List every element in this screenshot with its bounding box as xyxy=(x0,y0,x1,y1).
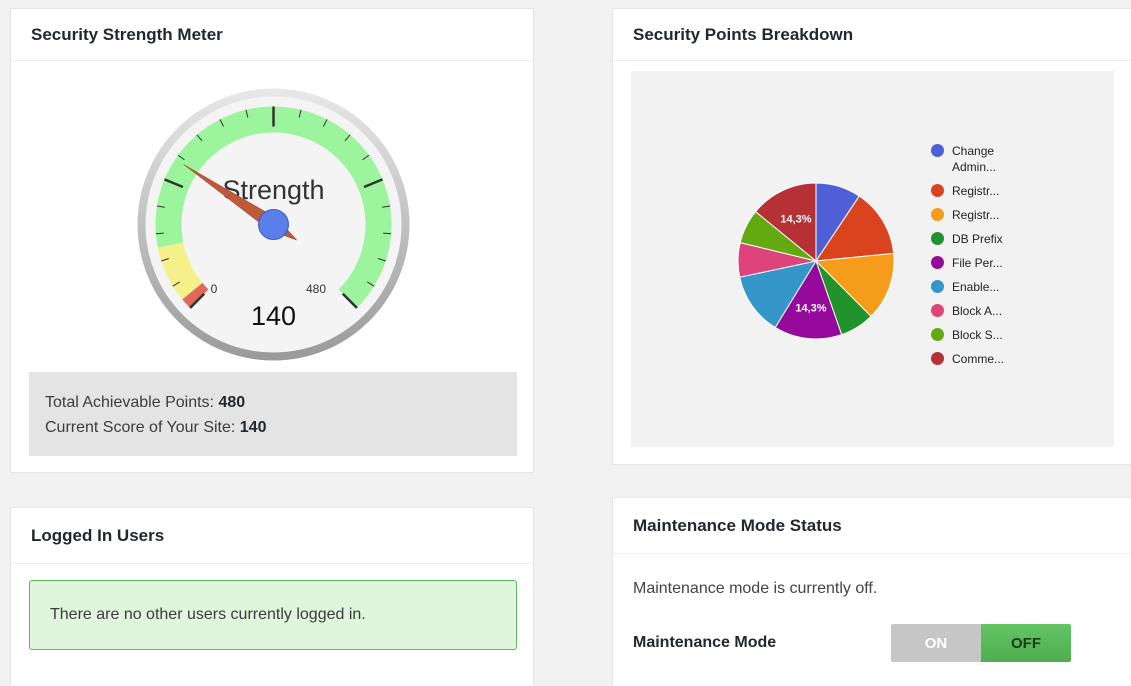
legend-swatch xyxy=(931,256,944,269)
pie-chart-area: 14,3% 14,3% Change Admin... Registr... Regi… xyxy=(631,71,1114,447)
gauge-minor-tick xyxy=(155,232,164,235)
panel-title: Logged In Users xyxy=(31,525,165,545)
panel-title: Security Strength Meter xyxy=(31,24,223,44)
legend-label: Block S... xyxy=(952,328,1003,342)
legend-item[interactable]: Registr... xyxy=(931,183,1012,199)
legend-item[interactable]: File Per... xyxy=(931,255,1012,271)
legend-label: DB Prefix xyxy=(952,232,1003,246)
security-strength-meter-panel: Security Strength Meter Strength 0 480 140 … xyxy=(10,8,534,473)
no-users-alert: There are no other users currently logge… xyxy=(29,580,517,650)
legend-item[interactable]: DB Prefix xyxy=(931,231,1012,247)
legend-swatch xyxy=(931,304,944,317)
legend-item[interactable]: Change Admin... xyxy=(931,143,1012,175)
gauge-value: 140 xyxy=(251,301,296,331)
panel-header: Maintenance Mode Status xyxy=(613,498,1131,554)
panel-title: Security Points Breakdown xyxy=(633,24,854,44)
legend-swatch xyxy=(931,208,944,221)
total-points-value: 480 xyxy=(218,394,246,411)
current-score-label: Current Score of Your Site: xyxy=(45,419,240,436)
legend-swatch xyxy=(931,232,944,245)
panel-title: Maintenance Mode Status xyxy=(633,515,842,535)
pie-data-label: 14,3% xyxy=(780,214,811,226)
gauge-minor-tick xyxy=(383,232,392,235)
legend-item[interactable]: Registr... xyxy=(931,207,1012,223)
maintenance-mode-panel: Maintenance Mode Status Maintenance mode… xyxy=(612,497,1131,686)
legend-label: File Per... xyxy=(952,256,1003,270)
toggle-on-button[interactable]: ON xyxy=(891,624,981,662)
legend-swatch xyxy=(931,184,944,197)
current-score-value: 140 xyxy=(239,419,267,436)
panel-header: Logged In Users xyxy=(11,508,533,564)
legend-item[interactable]: Enable... xyxy=(931,279,1012,295)
panel-header: Security Points Breakdown xyxy=(613,9,1131,61)
legend-swatch xyxy=(931,144,944,157)
gauge-min-label: 0 xyxy=(211,282,218,296)
panel-header: Security Strength Meter xyxy=(11,9,533,61)
toggle-off-button[interactable]: OFF xyxy=(981,624,1071,662)
legend-swatch xyxy=(931,280,944,293)
total-points-line: Total Achievable Points: 480 xyxy=(45,390,501,415)
total-points-label: Total Achievable Points: xyxy=(45,394,219,411)
strength-gauge: Strength 0 480 140 xyxy=(136,87,411,362)
legend-label: Comme... xyxy=(952,352,1005,366)
points-summary: Total Achievable Points: 480 Current Sco… xyxy=(29,372,517,456)
maintenance-mode-toggle[interactable]: ON OFF xyxy=(891,624,1071,662)
legend-label: Block A... xyxy=(952,304,1003,318)
maintenance-status-text: Maintenance mode is currently off. xyxy=(633,580,878,597)
pie-chart: 14,3% 14,3% xyxy=(737,182,895,340)
legend-item[interactable]: Block S... xyxy=(931,327,1012,343)
security-points-breakdown-panel: Security Points Breakdown 14,3% 14,3% Cha… xyxy=(612,8,1131,465)
chart-legend: Change Admin... Registr... Registr... DB Pr… xyxy=(931,143,1012,375)
pie-data-label: 14,3% xyxy=(795,303,826,315)
maintenance-mode-label: Maintenance Mode xyxy=(633,634,777,651)
legend-item[interactable]: Block A... xyxy=(931,303,1012,319)
gauge-hub xyxy=(258,209,289,240)
legend-swatch xyxy=(931,352,944,365)
gauge-svg: Strength0 480140 xyxy=(137,88,410,361)
current-score-line: Current Score of Your Site: 140 xyxy=(45,415,501,440)
legend-label: Enable... xyxy=(952,280,1000,294)
legend-label: Registr... xyxy=(952,184,1000,198)
legend-item[interactable]: Comme... xyxy=(931,351,1012,367)
legend-label: Change Admin... xyxy=(952,144,997,174)
legend-label: Registr... xyxy=(952,208,1000,222)
gauge-max-label: 480 xyxy=(306,282,326,296)
legend-swatch xyxy=(931,328,944,341)
logged-in-users-panel: Logged In Users There are no other users… xyxy=(10,507,534,686)
